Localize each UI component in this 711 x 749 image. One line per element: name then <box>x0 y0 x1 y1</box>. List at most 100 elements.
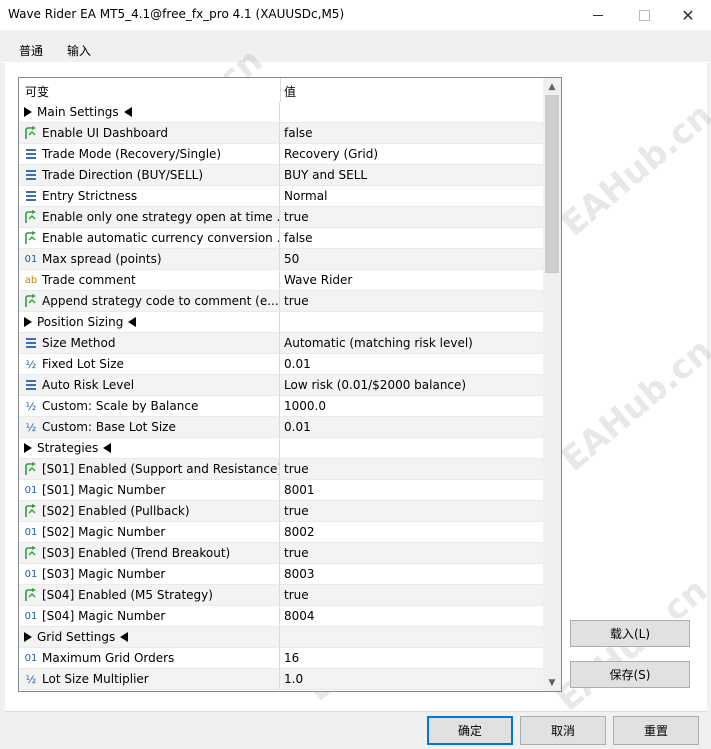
param-label: [S01] Enabled (Support and Resistance) <box>42 462 280 476</box>
param-value-cell[interactable]: true <box>280 543 543 563</box>
expand-right-icon[interactable] <box>24 443 32 453</box>
collapse-left-icon[interactable] <box>103 443 112 453</box>
param-value-cell[interactable]: true <box>280 501 543 521</box>
minimize-button[interactable] <box>575 0 621 30</box>
param-value-cell[interactable]: BUY and SELL <box>280 165 543 185</box>
expand-right-icon[interactable] <box>24 317 32 327</box>
section-row[interactable]: Main Settings <box>19 102 543 123</box>
param-value-cell[interactable]: Low risk (0.01/$2000 balance) <box>280 375 543 395</box>
table-row[interactable]: 01 [S01] Magic Number 8001 <box>19 480 543 501</box>
table-row[interactable]: Enable only one strategy open at time ..… <box>19 207 543 228</box>
table-row[interactable]: 01 [S04] Magic Number 8004 <box>19 606 543 627</box>
header-value[interactable]: 值 <box>284 83 296 100</box>
table-row[interactable]: Enable UI Dashboard false <box>19 123 543 144</box>
param-name-cell: Append strategy code to comment (e.... <box>19 291 280 311</box>
collapse-left-icon[interactable] <box>123 107 132 117</box>
table-row[interactable]: 01 Max spread (points) 50 <box>19 249 543 270</box>
table-row[interactable]: ½ Custom: Scale by Balance 1000.0 <box>19 396 543 417</box>
close-icon: ✕ <box>681 5 695 25</box>
table-row[interactable]: Auto Risk Level Low risk (0.01/$2000 bala… <box>19 375 543 396</box>
param-label: Enable UI Dashboard <box>42 126 168 140</box>
table-row[interactable]: 01 [S03] Magic Number 8003 <box>19 564 543 585</box>
param-value-cell[interactable]: 8002 <box>280 522 543 542</box>
int-icon: 01 <box>24 610 38 622</box>
param-value-cell[interactable]: 0.01 <box>280 354 543 374</box>
param-value-cell[interactable]: 8004 <box>280 606 543 626</box>
table-row[interactable]: ab Trade comment Wave Rider <box>19 270 543 291</box>
load-button[interactable]: 载入(L) <box>570 620 690 647</box>
scroll-down-icon[interactable]: ▼ <box>543 674 561 691</box>
table-row[interactable]: Trade Mode (Recovery/Single) Recovery (Gr… <box>19 144 543 165</box>
table-row[interactable]: Append strategy code to comment (e.... tr… <box>19 291 543 312</box>
vertical-scrollbar[interactable]: ▲ ▼ <box>543 78 561 691</box>
table-row[interactable]: [S02] Enabled (Pullback) true <box>19 501 543 522</box>
section-row[interactable]: Grid Settings <box>19 627 543 648</box>
table-row[interactable]: Entry Strictness Normal <box>19 186 543 207</box>
table-row[interactable]: 01 [S02] Magic Number 8002 <box>19 522 543 543</box>
maximize-button[interactable] <box>621 0 667 30</box>
double-icon: ½ <box>25 672 37 686</box>
table-row[interactable]: ½ Fixed Lot Size 0.01 <box>19 354 543 375</box>
table-row[interactable]: Enable automatic currency conversion ...… <box>19 228 543 249</box>
param-value-cell[interactable]: true <box>280 291 543 311</box>
param-label: Max spread (points) <box>42 252 162 266</box>
section-row[interactable]: Strategies <box>19 438 543 459</box>
param-name-cell: Position Sizing <box>19 312 280 332</box>
param-value-cell[interactable]: true <box>280 459 543 479</box>
param-name-cell: Entry Strictness <box>19 186 280 206</box>
table-row[interactable]: Trade Direction (BUY/SELL) BUY and SELL <box>19 165 543 186</box>
close-button[interactable]: ✕ <box>665 0 711 30</box>
header-variable[interactable]: 可变 <box>25 83 49 100</box>
tab-general[interactable]: 普通 <box>19 42 43 59</box>
param-value-cell[interactable]: 8003 <box>280 564 543 584</box>
param-value-cell[interactable]: Normal <box>280 186 543 206</box>
section-row[interactable]: Position Sizing <box>19 312 543 333</box>
param-value-cell[interactable]: 1000.0 <box>280 396 543 416</box>
param-name-cell: Grid Settings <box>19 627 280 647</box>
table-row[interactable]: Size Method Automatic (matching risk leve… <box>19 333 543 354</box>
param-value-cell[interactable]: 8001 <box>280 480 543 500</box>
param-value-cell[interactable]: false <box>280 123 543 143</box>
param-label: [S04] Enabled (M5 Strategy) <box>42 588 213 602</box>
param-value-cell[interactable]: true <box>280 585 543 605</box>
param-value-cell[interactable]: 0.01 <box>280 417 543 437</box>
inputs-grid: 可变 值 Main Settings Enable UI Dashboard fal… <box>18 77 562 692</box>
param-value-cell[interactable]: 16 <box>280 648 543 668</box>
param-value-cell[interactable]: Wave Rider <box>280 270 543 290</box>
param-value-cell[interactable]: Automatic (matching risk level) <box>280 333 543 353</box>
collapse-left-icon[interactable] <box>120 632 129 642</box>
expand-right-icon[interactable] <box>24 107 32 117</box>
param-value-cell[interactable]: false <box>280 228 543 248</box>
collapse-left-icon[interactable] <box>128 317 137 327</box>
param-value-cell[interactable]: true <box>280 207 543 227</box>
enum-icon <box>24 168 38 182</box>
int-icon: 01 <box>24 484 38 496</box>
save-button[interactable]: 保存(S) <box>570 661 690 688</box>
param-value-cell[interactable]: 50 <box>280 249 543 269</box>
param-label: Lot Size Multiplier <box>42 672 149 686</box>
double-icon: ½ <box>25 357 37 371</box>
table-row[interactable]: [S04] Enabled (M5 Strategy) true <box>19 585 543 606</box>
param-value-cell[interactable]: 1.0 <box>280 669 543 689</box>
scroll-thumb[interactable] <box>545 95 559 273</box>
cancel-button[interactable]: 取消 <box>520 716 606 745</box>
table-row[interactable]: [S01] Enabled (Support and Resistance) tr… <box>19 459 543 480</box>
param-value-cell <box>280 438 543 458</box>
param-name-cell: ½ Custom: Base Lot Size <box>19 417 280 437</box>
window-title: Wave Rider EA MT5_4.1@free_fx_pro 4.1 (X… <box>8 7 345 21</box>
param-name-cell: 01 Max spread (points) <box>19 249 280 269</box>
param-name-cell: Trade Mode (Recovery/Single) <box>19 144 280 164</box>
table-row[interactable]: 01 Maximum Grid Orders 16 <box>19 648 543 669</box>
tab-inputs[interactable]: 输入 <box>67 42 92 64</box>
expand-right-icon[interactable] <box>24 632 32 642</box>
reset-button[interactable]: 重置 <box>613 716 699 745</box>
table-row[interactable]: [S03] Enabled (Trend Breakout) true <box>19 543 543 564</box>
ok-button[interactable]: 确定 <box>427 716 513 745</box>
param-label: Maximum Grid Orders <box>42 651 175 665</box>
scroll-up-icon[interactable]: ▲ <box>543 78 561 95</box>
param-label: Size Method <box>42 336 116 350</box>
param-value-cell[interactable]: Recovery (Grid) <box>280 144 543 164</box>
table-row[interactable]: ½ Lot Size Multiplier 1.0 <box>19 669 543 690</box>
table-row[interactable]: ½ Custom: Base Lot Size 0.01 <box>19 417 543 438</box>
param-name-cell: ½ Fixed Lot Size <box>19 354 280 374</box>
